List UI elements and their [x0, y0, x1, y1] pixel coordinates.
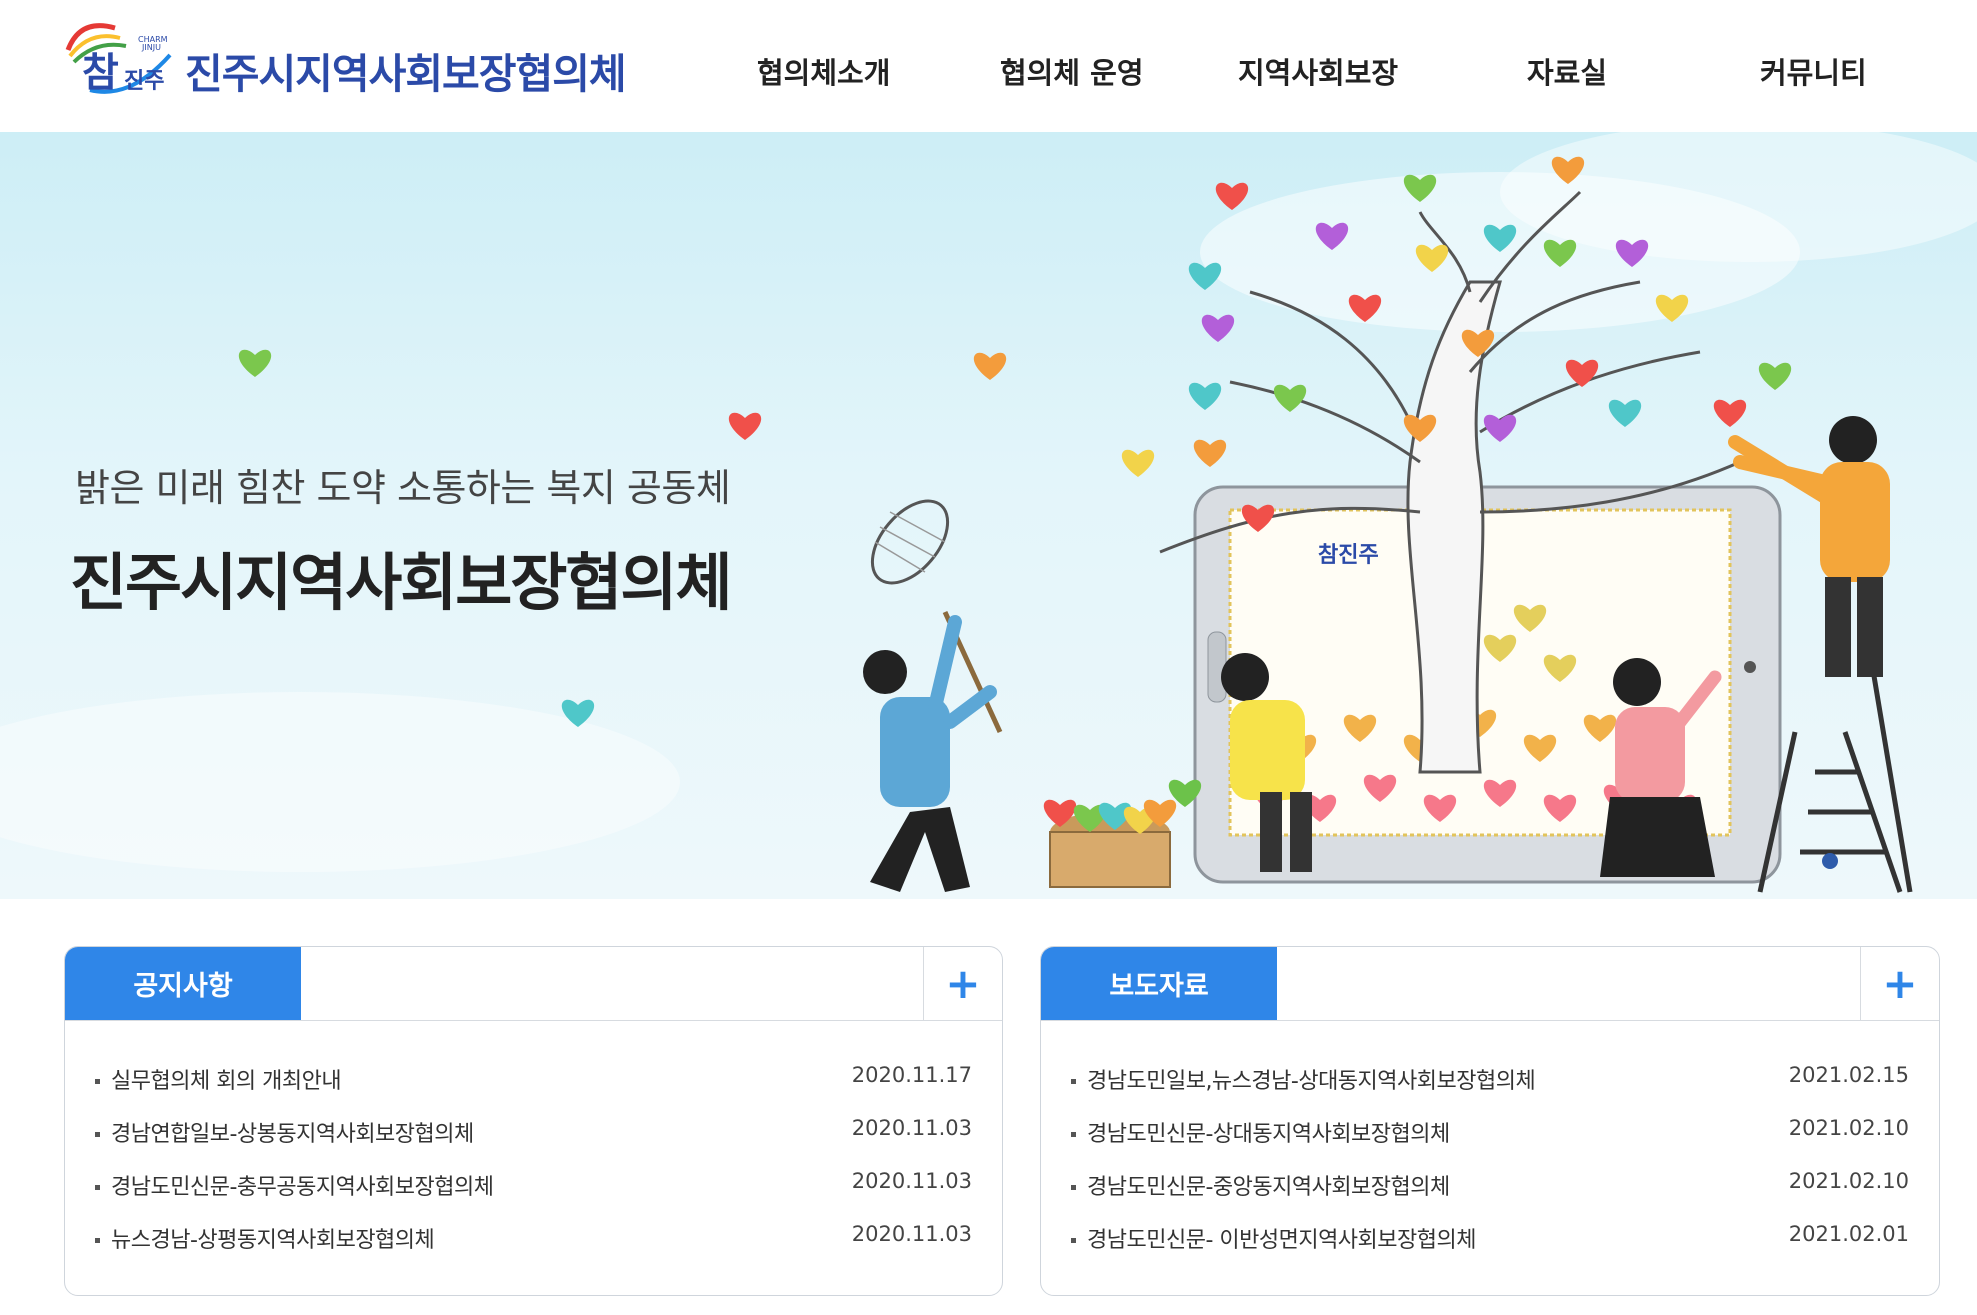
nav-item-social-security[interactable]: 지역사회보장 — [1238, 50, 1398, 92]
banner-slogan: 밝은 미래 힘찬 도약 소통하는 복지 공동체 — [75, 466, 731, 510]
list-item-title[interactable]: 뉴스경남-상평동지역사회보장협의체 — [111, 1222, 435, 1254]
press-board: 보도자료 + 경남도민일보,뉴스경남-상대동지역사회보장협의체 2021.02.… — [1040, 946, 1940, 1296]
list-item-date: 2021.02.10 — [1788, 1169, 1909, 1193]
tab-notice[interactable]: 공지사항 — [65, 947, 301, 1020]
list-item[interactable]: 뉴스경남-상평동지역사회보장협의체 2020.11.03 — [65, 1216, 1002, 1269]
list-item[interactable]: 경남도민신문-중앙동지역사회보장협의체 2021.02.10 — [1041, 1163, 1939, 1216]
bullet-icon — [1071, 1185, 1076, 1190]
bullet-icon — [95, 1132, 100, 1137]
nav-item-archive[interactable]: 자료실 — [1527, 50, 1607, 92]
plus-icon[interactable]: + — [1860, 947, 1939, 1020]
list-item-title[interactable]: 경남도민신문- 이반성면지역사회보장협의체 — [1087, 1222, 1477, 1254]
list-item-date: 2021.02.15 — [1788, 1063, 1909, 1087]
bullet-icon — [1071, 1079, 1076, 1084]
list-item-title[interactable]: 경남도민일보,뉴스경남-상대동지역사회보장협의체 — [1087, 1063, 1536, 1095]
bullet-icon — [95, 1079, 100, 1084]
list-item[interactable]: 경남도민신문-상대동지역사회보장협의체 2021.02.10 — [1041, 1110, 1939, 1163]
banner-title: 진주시지역사회보장협의체 — [70, 546, 732, 619]
bullet-icon — [95, 1238, 100, 1243]
list-item-title[interactable]: 경남도민신문-충무공동지역사회보장협의체 — [111, 1169, 494, 1201]
bullet-icon — [95, 1185, 100, 1190]
board-header: 보도자료 + — [1041, 947, 1939, 1021]
main-navigation: 협의체소개 협의체 운영 지역사회보장 자료실 커뮤니티 — [0, 50, 1977, 90]
slide-indicator[interactable] — [1822, 853, 1838, 869]
tab-press[interactable]: 보도자료 — [1041, 947, 1277, 1020]
list-item-title[interactable]: 실무협의체 회의 개최안내 — [111, 1063, 342, 1095]
list-item[interactable]: 경남도민신문- 이반성면지역사회보장협의체 2021.02.01 — [1041, 1216, 1939, 1269]
nav-item-operation[interactable]: 협의체 운영 — [1000, 50, 1144, 92]
nav-item-intro[interactable]: 협의체소개 — [757, 50, 890, 92]
press-list: 경남도민일보,뉴스경남-상대동지역사회보장협의체 2021.02.15 경남도민… — [1041, 1057, 1939, 1269]
list-item-title[interactable]: 경남도민신문-중앙동지역사회보장협의체 — [1087, 1169, 1450, 1201]
list-item[interactable]: 경남도민신문-충무공동지역사회보장협의체 2020.11.03 — [65, 1163, 1002, 1216]
notice-board: 공지사항 + 실무협의체 회의 개최안내 2020.11.17 경남연합일보-상… — [64, 946, 1003, 1296]
list-item[interactable]: 실무협의체 회의 개최안내 2020.11.17 — [65, 1057, 1002, 1110]
list-item-date: 2021.02.10 — [1788, 1116, 1909, 1140]
list-item[interactable]: 경남도민일보,뉴스경남-상대동지역사회보장협의체 2021.02.15 — [1041, 1057, 1939, 1110]
list-item-date: 2021.02.01 — [1788, 1222, 1909, 1246]
bullet-icon — [1071, 1132, 1076, 1137]
list-item-date: 2020.11.03 — [851, 1222, 972, 1246]
svg-text:참진주: 참진주 — [1318, 543, 1379, 568]
list-item-date: 2020.11.17 — [851, 1063, 972, 1087]
notice-list: 실무협의체 회의 개최안내 2020.11.17 경남연합일보-상봉동지역사회보… — [65, 1057, 1002, 1269]
banner-illustration: 참진주 — [0, 132, 1977, 893]
bullet-icon — [1071, 1238, 1076, 1243]
list-item-title[interactable]: 경남도민신문-상대동지역사회보장협의체 — [1087, 1116, 1450, 1148]
list-item[interactable]: 경남연합일보-상봉동지역사회보장협의체 2020.11.03 — [65, 1110, 1002, 1163]
site-header: 참 진주 CHARM JINJU 진주시지역사회보장협의체 협의체소개 협의체 … — [0, 0, 1977, 132]
plus-icon[interactable]: + — [923, 947, 1002, 1020]
board-header: 공지사항 + — [65, 947, 1002, 1021]
list-item-date: 2020.11.03 — [851, 1169, 972, 1193]
list-item-title[interactable]: 경남연합일보-상봉동지역사회보장협의체 — [111, 1116, 474, 1148]
nav-item-community[interactable]: 커뮤니티 — [1760, 50, 1867, 92]
main-banner: 참진주 밝은 미래 힘찬 도약 소통하는 복지 공동체 진주시지역사회보장협의체 — [0, 132, 1977, 899]
list-item-date: 2020.11.03 — [851, 1116, 972, 1140]
